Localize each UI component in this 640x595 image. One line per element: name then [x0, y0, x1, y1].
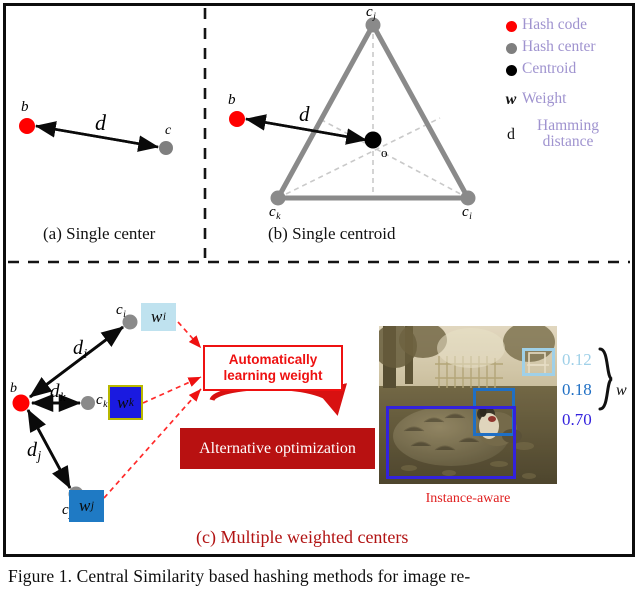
- panel-c-label-di: di: [73, 337, 88, 361]
- panel-c-label-ck: ck: [96, 392, 108, 410]
- panel-b-label-ci: ci: [462, 204, 472, 222]
- panel-b-label-o: o: [381, 145, 388, 160]
- instance-photo: [379, 326, 557, 484]
- red-dot-icon: [500, 16, 522, 36]
- legend-item-weight: w Weight: [500, 90, 628, 111]
- panel-b-label-b: b: [228, 92, 236, 108]
- legend-item-centroid: Centroid: [500, 60, 628, 81]
- d-glyph-icon: d: [507, 126, 515, 143]
- sheep-box: [386, 406, 516, 479]
- legend-item-hash-code: Hash code: [500, 16, 628, 37]
- legend-label: Centroid: [522, 60, 577, 77]
- legend-item-hamming-distance: d Hamming distance: [500, 117, 628, 151]
- panel-a-label-b: b: [21, 99, 29, 115]
- weight-chip-k: wk: [108, 385, 143, 420]
- chair-box: [522, 348, 555, 376]
- alternative-optimization-box: Alternative optimization: [180, 428, 375, 469]
- panel-a-label-c: c: [165, 123, 172, 138]
- panel-b-label-cj: cj: [366, 4, 376, 22]
- panel-c-label-ci: ci: [116, 302, 126, 320]
- legend-item-hash-center: Hash center: [500, 38, 628, 59]
- figure-root: Hash code Hash center Centroid w Weight …: [0, 0, 640, 595]
- weight-chip-i: wi: [141, 303, 176, 331]
- weight-values-list: 0.12 0.18 0.70: [562, 345, 608, 435]
- panel-c-label-b: b: [10, 381, 17, 396]
- legend-label: Hash center: [522, 38, 596, 55]
- legend-label: Hamming distance: [537, 117, 599, 150]
- panel-b-label-d: d: [299, 102, 310, 126]
- weight-value-2: 0.70: [562, 410, 592, 429]
- legend-label: Hash code: [522, 16, 587, 33]
- panel-a-caption: (a) Single center: [43, 224, 156, 243]
- legend-label: Weight: [522, 90, 567, 107]
- w-glyph-icon: w: [505, 91, 517, 108]
- weight-value-1: 0.18: [562, 380, 592, 399]
- weight-chip-j: wj: [69, 490, 104, 522]
- panel-c-label-dk: dk: [50, 381, 66, 404]
- gray-dot-icon: [500, 38, 522, 58]
- weight-brace-label: w: [616, 382, 627, 399]
- panel-a-label-d: d: [95, 110, 106, 135]
- panel-c-label-dj: dj: [27, 439, 42, 463]
- panel-b-label-ck: ck: [269, 204, 281, 222]
- automatic-learning-weight-box: Automatically learning weight: [203, 345, 343, 391]
- panel-b-caption: (b) Single centroid: [268, 224, 396, 243]
- figure-caption: Figure 1. Central Similarity based hashi…: [8, 566, 471, 586]
- panel-c-caption: (c) Multiple weighted centers: [196, 527, 409, 547]
- weight-value-0: 0.12: [562, 350, 592, 369]
- legend: Hash code Hash center Centroid w Weight …: [500, 16, 628, 152]
- instance-aware-label: Instance-aware: [425, 491, 511, 506]
- black-dot-icon: [500, 60, 522, 80]
